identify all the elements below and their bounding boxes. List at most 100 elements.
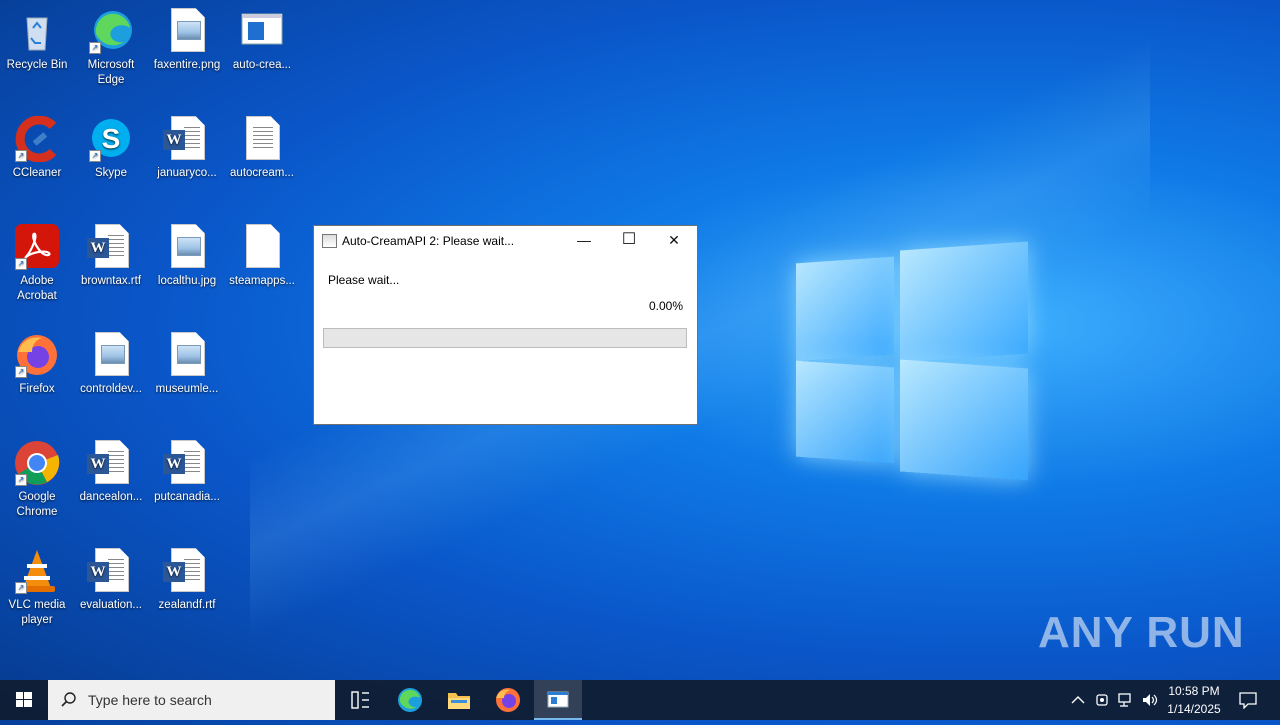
desktop-icon-label: evaluation...: [79, 599, 142, 611]
wait-message: Please wait...: [328, 273, 400, 287]
desktop-icon[interactable]: ↗ Microsoft Edge: [74, 8, 148, 88]
desktop-icon-label: steamapps...: [229, 275, 295, 287]
desktop-icon-label: Adobe Acrobat: [17, 275, 57, 302]
word-doc-icon: W: [163, 116, 211, 162]
auto-creamapi-dialog: Auto-CreamAPI 2: Please wait... — ☐ ✕ Pl…: [313, 225, 698, 425]
firefox-icon: [496, 688, 520, 712]
search-placeholder: Type here to search: [88, 692, 212, 708]
acrobat-icon: ↗: [13, 224, 61, 270]
blank-file-icon: [238, 224, 286, 270]
taskbar-search-box[interactable]: Type here to search: [48, 680, 335, 720]
chevron-up-icon[interactable]: [1070, 693, 1086, 707]
desktop-icon[interactable]: ↗ Firefox: [0, 332, 74, 397]
desktop-icon[interactable]: museumle...: [150, 332, 224, 397]
desktop-icon[interactable]: faxentire.png: [150, 8, 224, 73]
desktop-icon[interactable]: Wdancealon...: [74, 440, 148, 505]
taskbar-auto-creamapi-button[interactable]: [534, 680, 582, 720]
chrome-icon: ↗: [13, 440, 61, 486]
recycle-bin-icon: [13, 8, 61, 54]
desktop-icon[interactable]: ↗ VLC media player: [0, 548, 74, 628]
desktop-icon-label: localthu.jpg: [157, 275, 217, 287]
desktop-icon[interactable]: S ↗ Skype: [74, 116, 148, 181]
desktop-icon[interactable]: Wzealandf.rtf: [150, 548, 224, 613]
clock-date[interactable]: 1/14/2025: [1162, 702, 1226, 716]
task-view-button[interactable]: [336, 680, 384, 720]
desktop-icon-label: autocream...: [230, 167, 294, 179]
desktop-icon-label: auto-crea...: [232, 59, 292, 71]
desktop-icon[interactable]: autocream...: [225, 116, 299, 181]
desktop-icon-label: januaryco...: [157, 167, 217, 179]
text-file-icon: [238, 116, 286, 162]
word-doc-icon: W: [87, 224, 135, 270]
desktop-icon[interactable]: ↗ Google Chrome: [0, 440, 74, 520]
desktop-icon[interactable]: Wjanuaryco...: [150, 116, 224, 181]
desktop-icon-label: VLC media player: [8, 599, 66, 626]
desktop-icon-label: putcanadia...: [154, 491, 220, 503]
edge-icon: [398, 688, 422, 712]
volume-icon[interactable]: [1141, 692, 1159, 708]
minimize-button[interactable]: —: [561, 226, 607, 256]
desktop-icon[interactable]: ↗ CCleaner: [0, 115, 74, 181]
desktop-icon[interactable]: Wbrowntax.rtf: [74, 224, 148, 289]
dialog-titlebar[interactable]: Auto-CreamAPI 2: Please wait... — ☐ ✕: [314, 226, 697, 256]
desktop-icon-label: Microsoft Edge: [87, 59, 135, 86]
word-doc-icon: W: [87, 440, 135, 486]
search-icon: [61, 692, 76, 707]
app-window-icon: [238, 8, 286, 54]
desktop-icon[interactable]: auto-crea...: [225, 8, 299, 73]
desktop-icon-label: Recycle Bin: [6, 59, 68, 71]
desktop-icon-label: zealandf.rtf: [158, 599, 216, 611]
desktop-icon[interactable]: Wputcanadia...: [150, 440, 224, 505]
word-doc-icon: W: [163, 440, 211, 486]
anyrun-watermark: ANY RUN: [1038, 608, 1245, 657]
desktop-icon-label: museumle...: [155, 383, 219, 395]
file-explorer-icon: [448, 693, 470, 709]
progress-percent: 0.00%: [648, 299, 683, 313]
maximize-button[interactable]: ☐: [606, 226, 652, 256]
image-file-icon: [163, 224, 211, 270]
firefox-icon: ↗: [13, 332, 61, 378]
windows-start-icon: [16, 692, 32, 707]
desktop-icon[interactable]: ↗ Adobe Acrobat: [0, 224, 74, 304]
shortcut-arrow-icon: ↗: [15, 582, 27, 594]
vlc-icon: ↗: [13, 548, 61, 594]
close-button[interactable]: ✕: [651, 226, 697, 256]
progress-bar: [323, 328, 687, 348]
taskbar-firefox-button[interactable]: [484, 680, 532, 720]
desktop-icon-label: CCleaner: [12, 167, 62, 179]
shortcut-arrow-icon: ↗: [15, 258, 27, 270]
svg-text:S: S: [102, 123, 121, 154]
taskbar-explorer-button[interactable]: [435, 680, 483, 720]
desktop-icon[interactable]: controldev...: [74, 332, 148, 397]
desktop-icon-label: Google Chrome: [16, 491, 58, 518]
desktop-icon-label: browntax.rtf: [80, 275, 142, 287]
app-window-icon: [322, 234, 337, 248]
image-file-icon: [163, 8, 211, 54]
notifications-icon[interactable]: [1238, 691, 1258, 709]
network-icon[interactable]: [1117, 692, 1135, 708]
shortcut-arrow-icon: ↗: [15, 474, 27, 486]
word-doc-icon: W: [87, 548, 135, 594]
desktop-icon[interactable]: Recycle Bin: [0, 8, 74, 73]
edge-icon: ↗: [87, 8, 135, 54]
taskbar: Type here to search 10:58 PM 1/14/2025: [0, 680, 1280, 720]
start-button[interactable]: [0, 680, 48, 720]
desktop-icon[interactable]: Wevaluation...: [74, 548, 148, 613]
app-window-icon: [547, 691, 569, 708]
clock-time[interactable]: 10:58 PM: [1162, 684, 1226, 698]
desktop-icon[interactable]: localthu.jpg: [150, 224, 224, 289]
meet-now-icon[interactable]: [1094, 692, 1112, 708]
image-file-icon: [87, 332, 135, 378]
task-view-icon: [351, 691, 369, 709]
desktop-icon-label: dancealon...: [79, 491, 143, 503]
shortcut-arrow-icon: ↗: [15, 366, 27, 378]
shortcut-arrow-icon: ↗: [89, 150, 101, 162]
windows-wallpaper-logo: [796, 241, 1028, 481]
taskbar-edge-button[interactable]: [386, 680, 434, 720]
shortcut-arrow-icon: ↗: [15, 150, 27, 162]
desktop-icon-label: Skype: [95, 167, 127, 179]
desktop-icon[interactable]: steamapps...: [225, 224, 299, 289]
desktop-icon-label: controldev...: [80, 383, 142, 395]
skype-icon: S ↗: [87, 116, 135, 162]
image-file-icon: [163, 332, 211, 378]
